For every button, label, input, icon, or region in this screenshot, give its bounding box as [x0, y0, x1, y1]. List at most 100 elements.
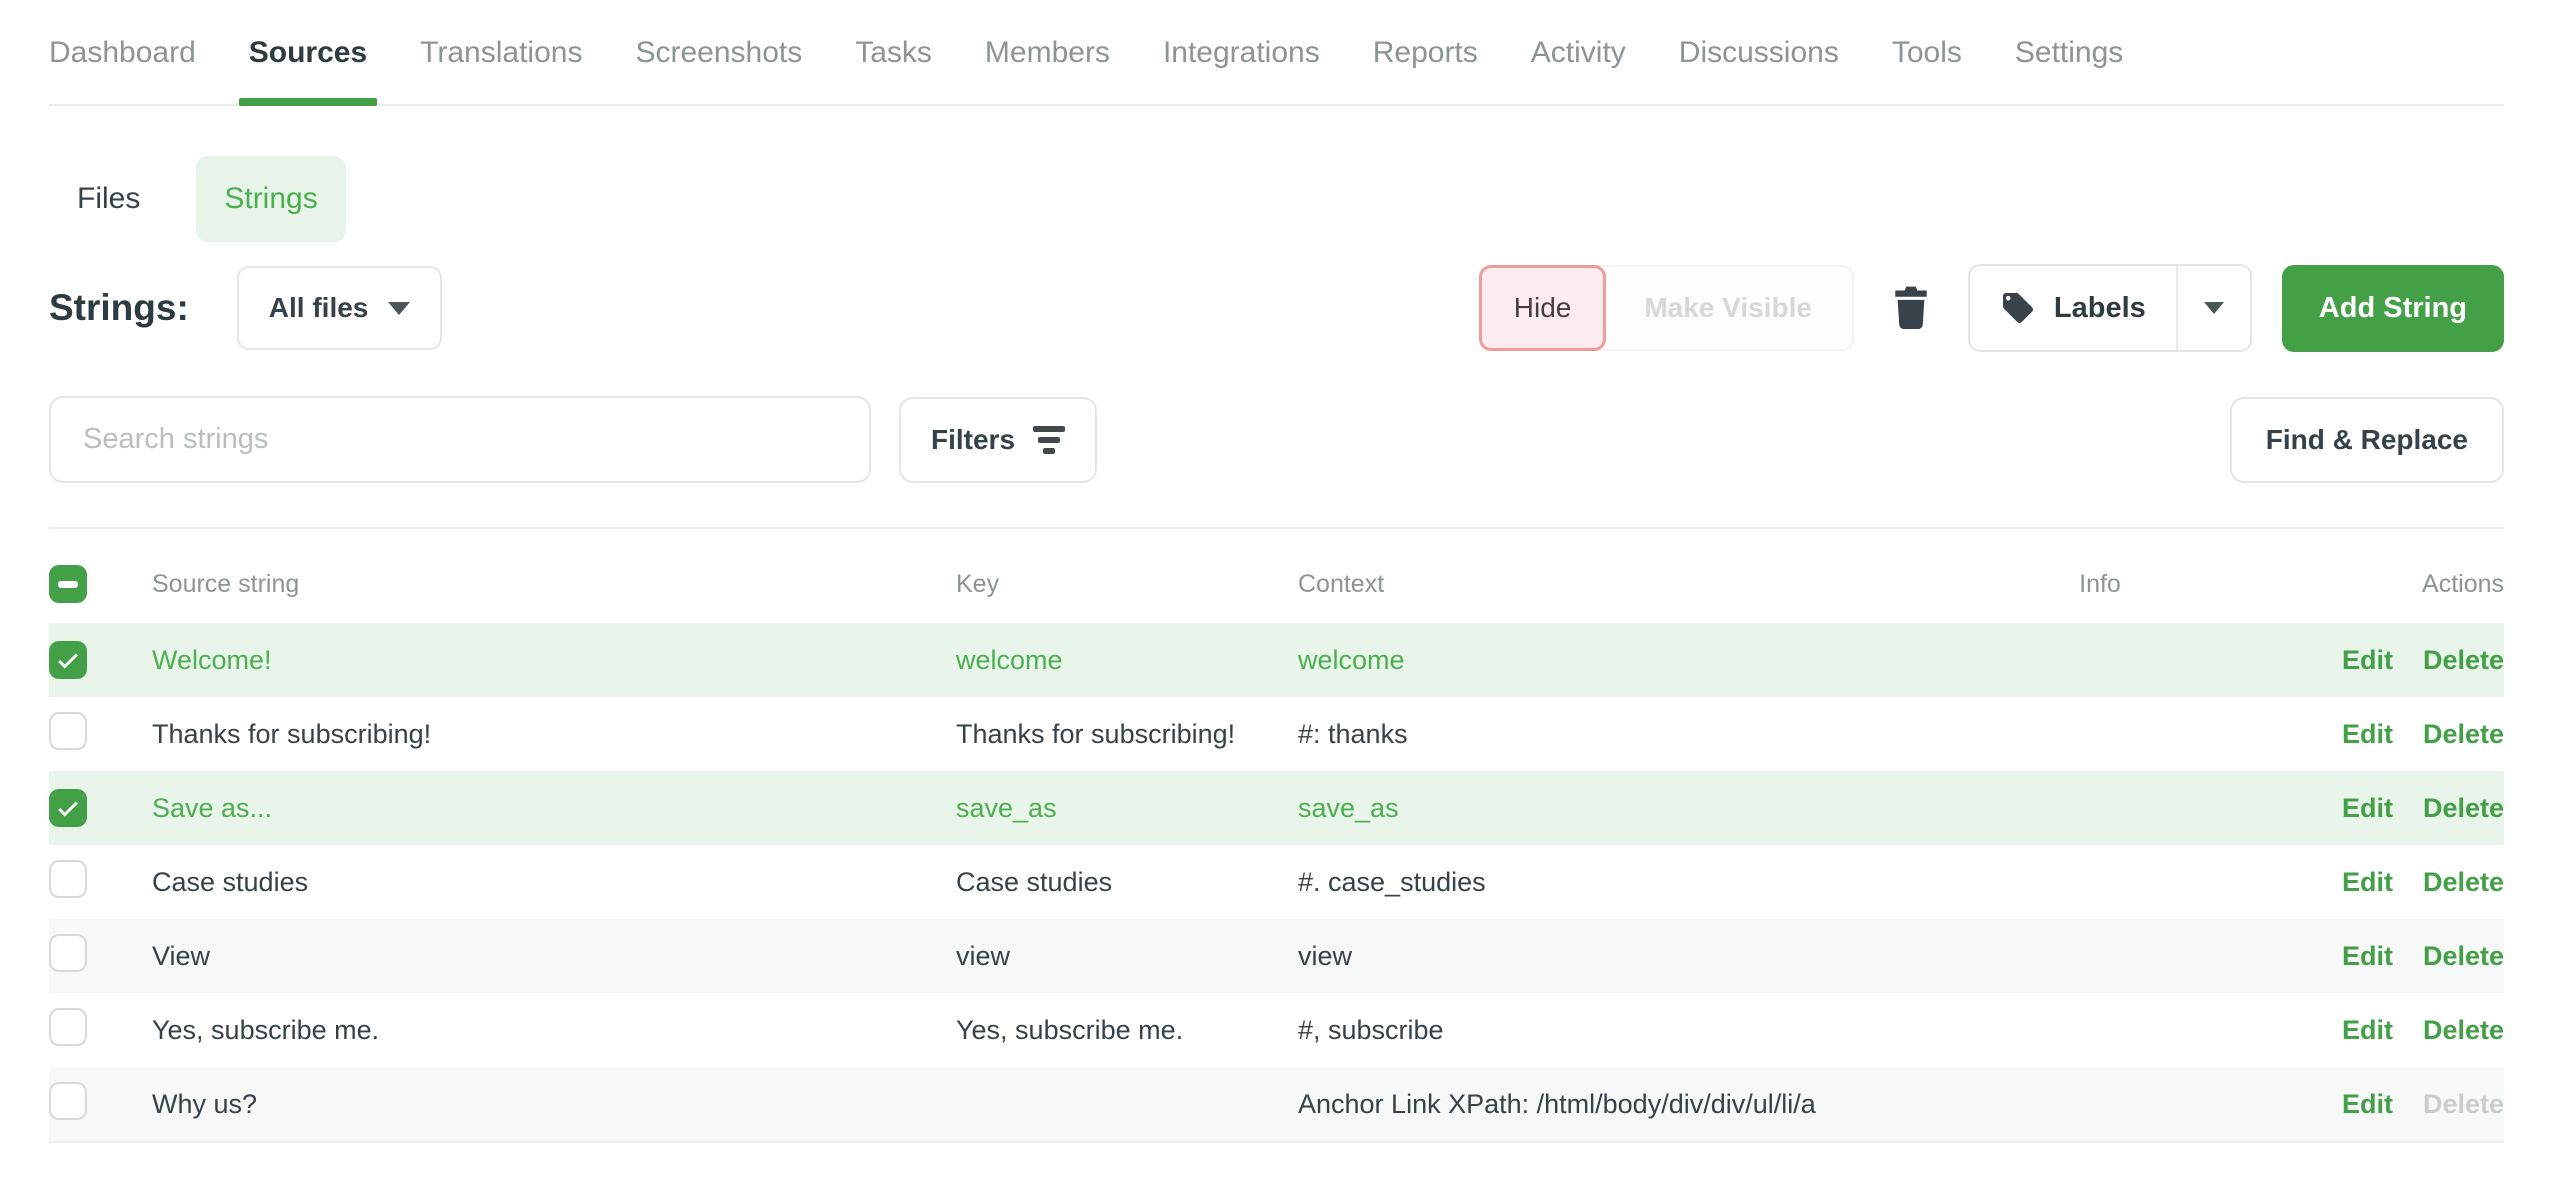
row-actions: Edit Delete — [2210, 793, 2504, 824]
string-context-text: save_as — [1298, 793, 1990, 824]
header-info: Info — [1990, 570, 2210, 599]
labels-dropdown-toggle[interactable] — [2178, 266, 2250, 350]
nav-item-tools[interactable]: Tools — [1892, 36, 1962, 104]
row-checkbox[interactable] — [49, 934, 87, 972]
nav-item-reports[interactable]: Reports — [1373, 36, 1478, 104]
row-checkbox[interactable] — [49, 1008, 87, 1046]
nav-item-sources[interactable]: Sources — [249, 36, 367, 104]
delete-selected-button[interactable] — [1884, 285, 1938, 332]
trash-icon — [1892, 285, 1930, 329]
row-checkbox-cell — [49, 641, 152, 680]
row-checkbox[interactable] — [49, 712, 87, 750]
string-context-text: Anchor Link XPath: /html/body/div/div/ul… — [1298, 1089, 1990, 1120]
nav-item-screenshots[interactable]: Screenshots — [635, 36, 802, 104]
nav-item-translations[interactable]: Translations — [420, 36, 582, 104]
string-key-text: welcome — [956, 645, 1298, 676]
edit-link[interactable]: Edit — [2342, 793, 2393, 824]
delete-link[interactable]: Delete — [2423, 941, 2504, 972]
source-subtabs: Files Strings — [49, 156, 2504, 242]
row-actions: Edit Delete — [2210, 719, 2504, 750]
row-checkbox[interactable] — [49, 860, 87, 898]
chevron-down-icon — [2204, 302, 2224, 314]
table-row: Case studiesCase studies#. case_studiesE… — [49, 845, 2504, 919]
section-divider — [49, 527, 2504, 529]
string-key-text: save_as — [956, 793, 1298, 824]
nav-item-integrations[interactable]: Integrations — [1163, 36, 1320, 104]
row-checkbox-cell — [49, 712, 152, 757]
nav-item-discussions[interactable]: Discussions — [1679, 36, 1839, 104]
header-context: Context — [1298, 570, 1990, 599]
filters-button[interactable]: Filters — [899, 397, 1097, 483]
delete-link[interactable]: Delete — [2423, 645, 2504, 676]
string-key-text: view — [956, 941, 1298, 972]
edit-link[interactable]: Edit — [2342, 1089, 2393, 1120]
delete-link[interactable]: Delete — [2423, 1089, 2504, 1120]
file-filter-dropdown[interactable]: All files — [237, 266, 443, 350]
row-checkbox-cell — [49, 934, 152, 979]
tab-files[interactable]: Files — [49, 156, 168, 242]
edit-link[interactable]: Edit — [2342, 719, 2393, 750]
table-row: Yes, subscribe me.Yes, subscribe me.#, s… — [49, 993, 2504, 1067]
labels-split-button: Labels — [1968, 264, 2252, 352]
hide-button[interactable]: Hide — [1479, 265, 1607, 351]
header-key: Key — [956, 570, 1298, 599]
edit-link[interactable]: Edit — [2342, 867, 2393, 898]
source-string-text: Thanks for subscribing! — [152, 719, 956, 750]
project-nav-list: Dashboard Sources Translations Screenshots T… — [49, 36, 2504, 104]
add-string-button[interactable]: Add String — [2282, 265, 2504, 352]
edit-link[interactable]: Edit — [2342, 1015, 2393, 1046]
edit-link[interactable]: Edit — [2342, 645, 2393, 676]
string-context-text: #: thanks — [1298, 719, 1990, 750]
page-title: Strings: — [49, 287, 189, 329]
search-input[interactable] — [49, 396, 871, 483]
row-checkbox[interactable] — [49, 641, 87, 679]
table-header-row: Source string Key Context Info Actions — [49, 545, 2504, 623]
row-checkbox[interactable] — [49, 1082, 87, 1120]
string-key-text: Case studies — [956, 867, 1298, 898]
select-all-checkbox[interactable] — [49, 565, 87, 603]
nav-item-activity[interactable]: Activity — [1531, 36, 1626, 104]
file-filter-value: All files — [269, 292, 369, 324]
string-context-text: view — [1298, 941, 1990, 972]
chevron-down-icon — [388, 302, 410, 315]
labels-button[interactable]: Labels — [1970, 266, 2178, 350]
table-row: Why us? Anchor Link XPath: /html/body/div… — [49, 1067, 2504, 1141]
table-row: Thanks for subscribing!Thanks for subscr… — [49, 697, 2504, 771]
string-context-text: welcome — [1298, 645, 1990, 676]
check-icon — [55, 795, 81, 821]
strings-table: Source string Key Context Info Actions W… — [49, 545, 2504, 1143]
tab-strings[interactable]: Strings — [196, 156, 345, 242]
nav-item-dashboard[interactable]: Dashboard — [49, 36, 196, 104]
strings-toolbar: Strings: All files Hide Make Visible — [49, 264, 2504, 352]
nav-item-members[interactable]: Members — [985, 36, 1110, 104]
table-rows: Welcome!welcomewelcomeEditDeleteThanks f… — [49, 623, 2504, 1143]
row-checkbox[interactable] — [49, 789, 87, 827]
filters-button-label: Filters — [931, 424, 1015, 456]
string-context-text: #, subscribe — [1298, 1015, 1990, 1046]
row-checkbox-cell — [49, 789, 152, 828]
make-visible-button[interactable]: Make Visible — [1604, 267, 1852, 349]
source-string-text: Yes, subscribe me. — [152, 1015, 956, 1046]
row-actions: Edit Delete — [2210, 867, 2504, 898]
delete-link[interactable]: Delete — [2423, 867, 2504, 898]
filter-icon — [1033, 426, 1065, 454]
header-checkbox-cell — [49, 565, 152, 603]
source-string-text: Save as... — [152, 793, 956, 824]
strings-page: Dashboard Sources Translations Screenshots T… — [0, 0, 2550, 1143]
string-context-text: #. case_studies — [1298, 867, 1990, 898]
delete-link[interactable]: Delete — [2423, 1015, 2504, 1046]
delete-link[interactable]: Delete — [2423, 719, 2504, 750]
row-actions: Edit Delete — [2210, 1089, 2504, 1120]
nav-item-tasks[interactable]: Tasks — [855, 36, 932, 104]
table-row: Save as...save_assave_asEditDelete — [49, 771, 2504, 845]
header-actions: Actions — [2210, 570, 2504, 599]
find-replace-button[interactable]: Find & Replace — [2230, 397, 2504, 483]
edit-link[interactable]: Edit — [2342, 941, 2393, 972]
delete-link[interactable]: Delete — [2423, 793, 2504, 824]
source-string-text: View — [152, 941, 956, 972]
search-row: Filters Find & Replace — [49, 396, 2504, 483]
toolbar-actions: Hide Make Visible Labels Ad — [1479, 264, 2504, 352]
nav-item-settings[interactable]: Settings — [2015, 36, 2123, 104]
source-string-text: Why us? — [152, 1089, 956, 1120]
check-icon — [55, 647, 81, 673]
